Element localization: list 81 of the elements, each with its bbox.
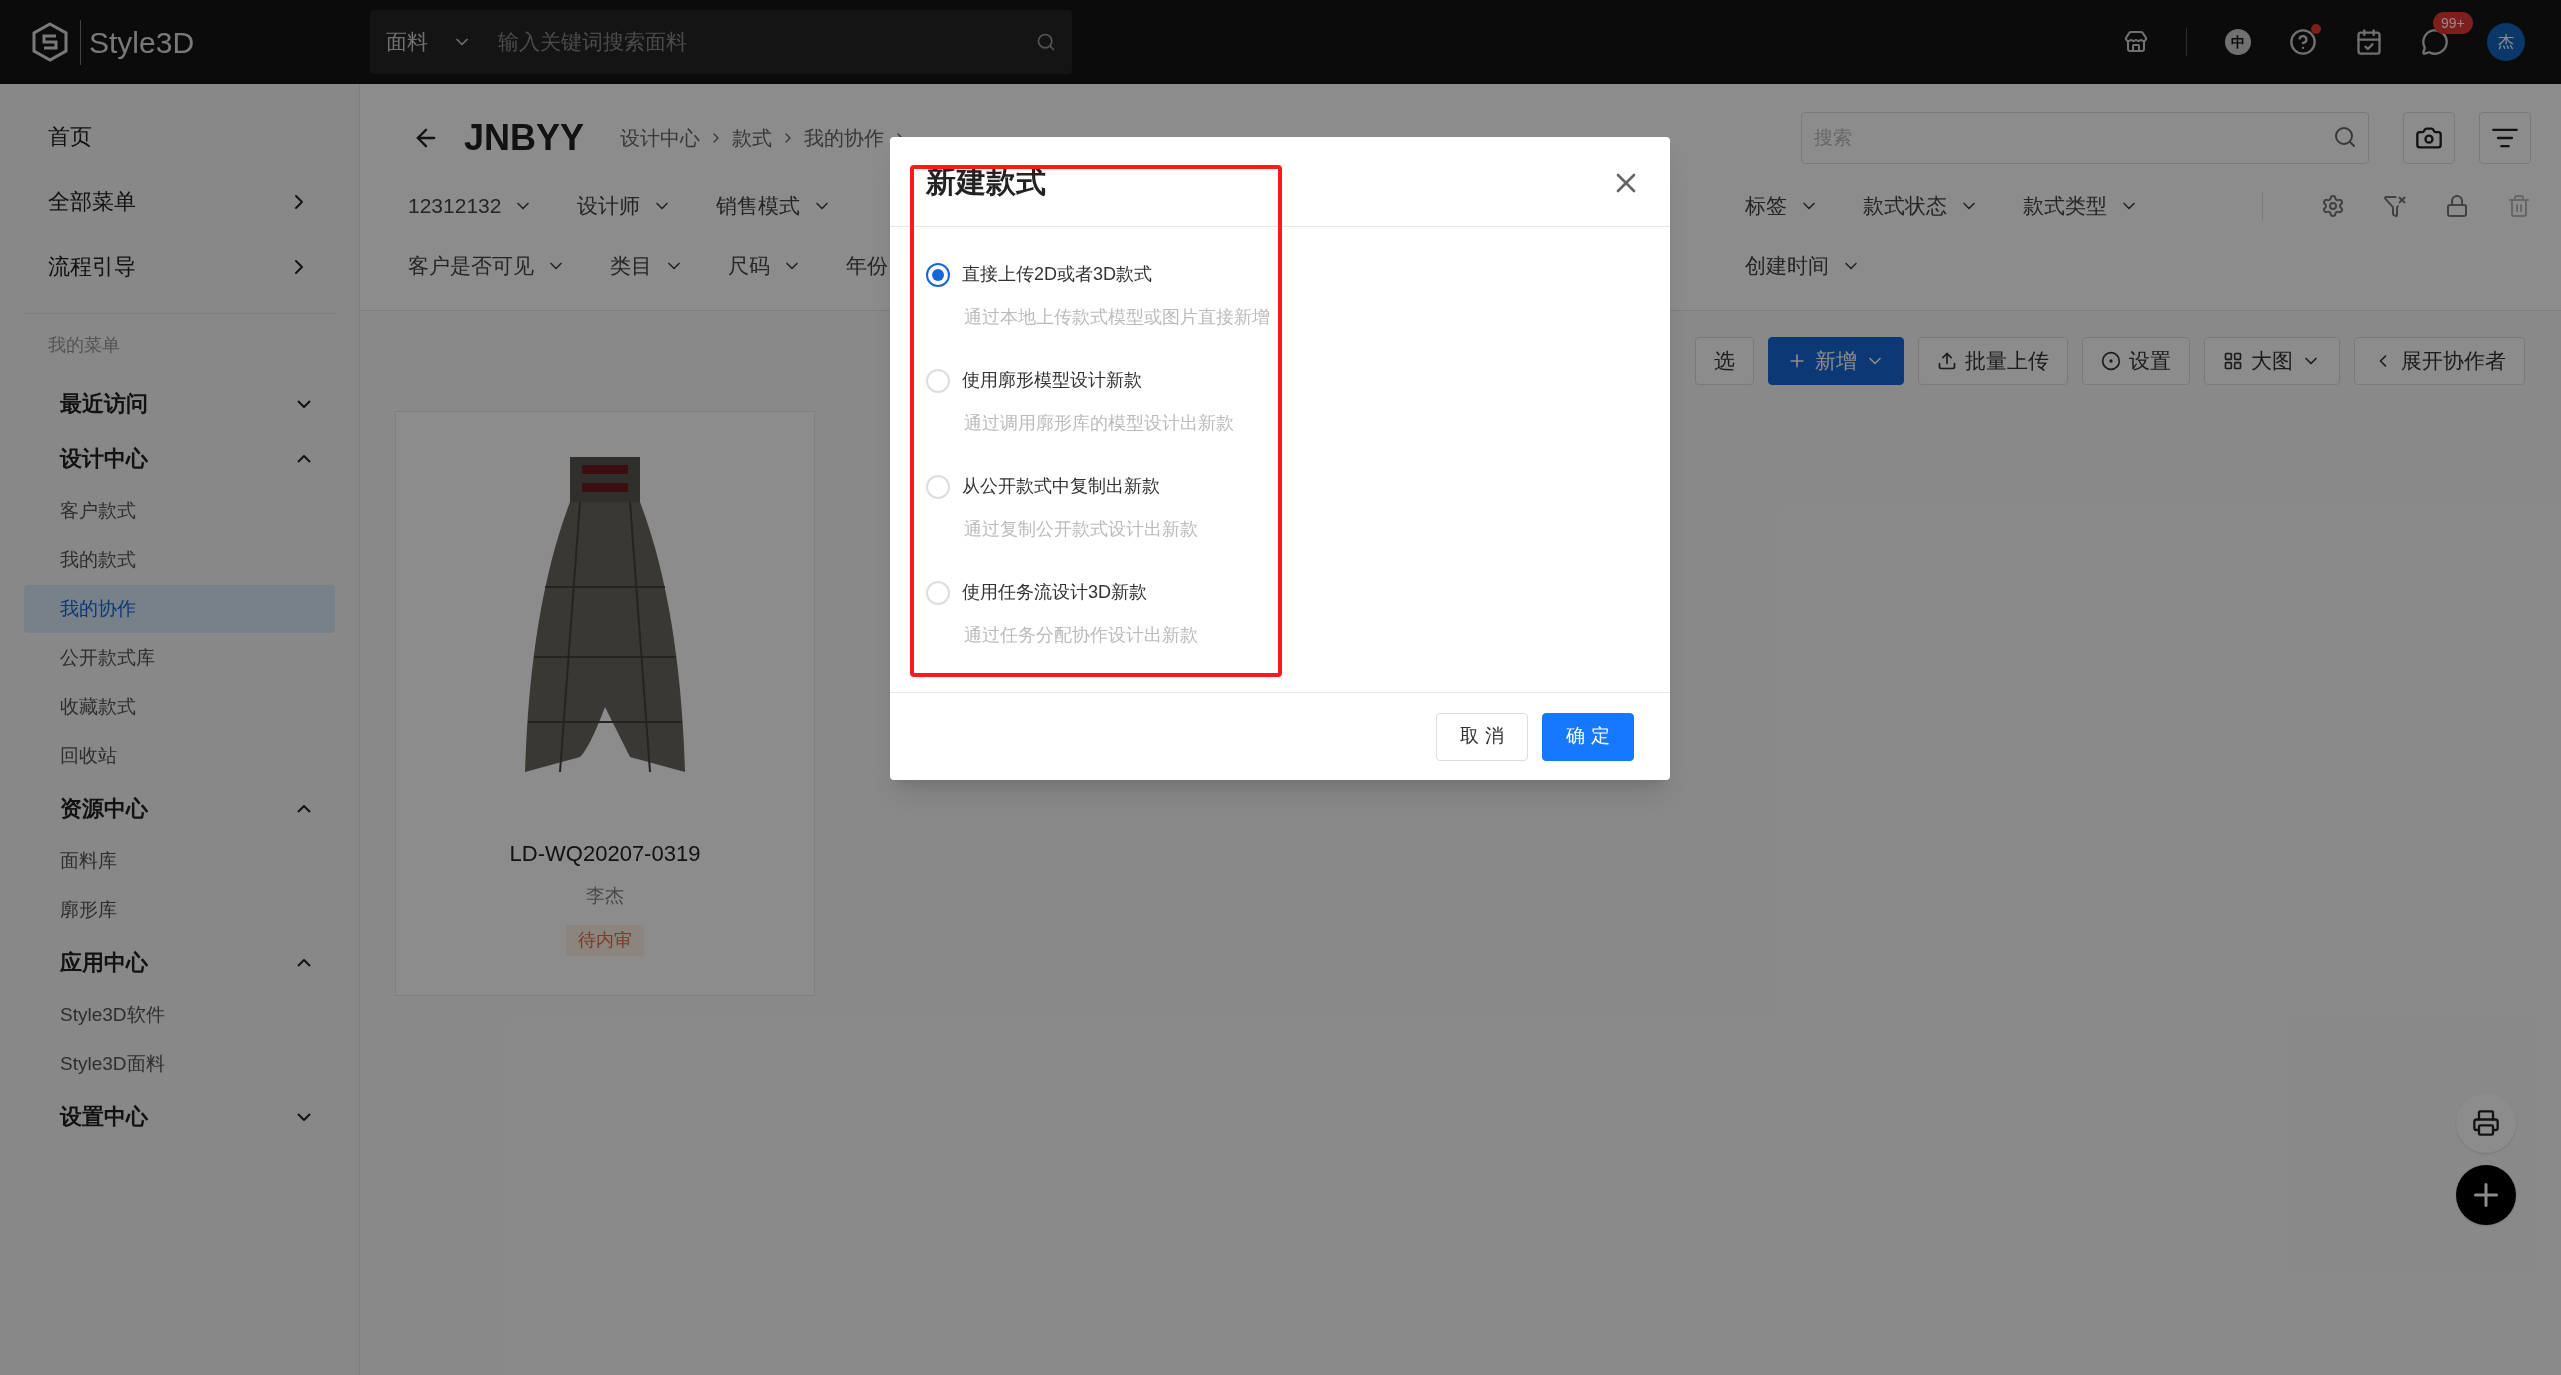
status-tag: 待内审 <box>566 924 644 956</box>
search-icon <box>2333 125 2357 149</box>
add-button[interactable] <box>2456 1165 2516 1225</box>
chevron-down-icon <box>297 399 311 408</box>
help-icon[interactable] <box>2289 28 2317 56</box>
filter-dropdown[interactable]: 类目 <box>610 250 684 282</box>
lock-icon[interactable] <box>2445 194 2469 218</box>
toolbar-button[interactable]: 设置 <box>2082 337 2190 385</box>
breadcrumb-link[interactable]: 款式 <box>732 123 773 153</box>
store-icon[interactable] <box>2124 30 2148 54</box>
menu-item[interactable]: Style3D软件 <box>24 991 335 1039</box>
radio-button[interactable] <box>926 262 950 287</box>
confirm-button[interactable]: 确 定 <box>1542 712 1634 761</box>
menu-item[interactable]: 面料库 <box>24 837 335 885</box>
chevron-up-icon <box>297 454 311 463</box>
toolbar-button[interactable]: 展开协作者 <box>2354 337 2525 385</box>
style-card[interactable]: LD-WQ20207-0319 李杰 待内审 <box>395 411 815 996</box>
upload-icon <box>1937 351 1957 371</box>
menu-group[interactable]: 资源中心 <box>24 781 335 836</box>
search-icon <box>1036 32 1056 52</box>
filter-dropdown[interactable]: 尺码 <box>728 250 802 282</box>
camera-button[interactable] <box>2403 112 2455 164</box>
settings-icon <box>2101 351 2121 371</box>
page-title: JNBYY <box>464 116 585 160</box>
chevron-down-icon <box>297 1112 311 1121</box>
filter-button[interactable] <box>2479 112 2531 164</box>
menu-item[interactable]: 廓形库 <box>24 886 335 934</box>
menu-group[interactable]: 应用中心 <box>24 935 335 990</box>
logo-icon <box>32 22 68 62</box>
chevron-up-icon <box>297 804 311 813</box>
toolbar-button[interactable]: 新增 <box>1768 337 1904 385</box>
option-description: 通过任务分配协作设计出新款 <box>963 624 1199 647</box>
menu-group[interactable]: 设置中心 <box>24 1089 335 1144</box>
menu-item[interactable]: 收藏款式 <box>24 683 335 731</box>
menu-item[interactable]: 公开款式库 <box>24 634 335 682</box>
message-count-badge: 99+ <box>2433 12 2473 34</box>
filter-dropdown[interactable]: 销售模式 <box>716 190 833 222</box>
style-code: LD-WQ20207-0319 <box>509 840 701 868</box>
filter-dropdown[interactable]: 标签 <box>1745 190 1819 222</box>
option-description: 通过复制公开款式设计出新款 <box>963 518 1199 541</box>
breadcrumb-link[interactable]: 我的协作 <box>804 123 885 153</box>
radio-option[interactable]: 使用任务流设计3D新款 <box>926 579 1670 606</box>
filter-dropdown[interactable]: 设计师 <box>577 190 673 222</box>
dialog-title: 新建款式 <box>926 164 1046 200</box>
menu-item[interactable]: 客户款式 <box>24 487 335 535</box>
radio-option[interactable]: 直接上传2D或者3D款式 <box>926 261 1670 288</box>
filter-dropdown[interactable]: 12312132 <box>408 190 534 222</box>
menu-group[interactable]: 最近访问 <box>24 376 335 431</box>
owner-name: 李杰 <box>586 884 624 908</box>
radio-option[interactable]: 从公开款式中复制出新款 <box>926 473 1670 500</box>
menu-item[interactable]: 回收站 <box>24 732 335 780</box>
radio-option[interactable]: 使用廓形模型设计新款 <box>926 367 1670 394</box>
filter-dropdown[interactable]: 客户是否可见 <box>408 250 566 282</box>
category-select[interactable]: 面料 <box>386 26 486 58</box>
sidebar-item[interactable]: 首页 <box>24 104 335 169</box>
message-icon[interactable] <box>2421 28 2449 56</box>
printer-icon <box>2472 1109 2500 1137</box>
grid-icon <box>2223 351 2243 371</box>
breadcrumb-link[interactable]: 设计中心 <box>620 123 701 153</box>
settings-icon[interactable] <box>2321 194 2345 218</box>
user-avatar[interactable]: 杰 <box>2487 23 2525 61</box>
toolbar-button[interactable]: 选 <box>1695 337 1754 385</box>
chevron-up-icon <box>297 958 311 967</box>
menu-group[interactable]: 设计中心 <box>24 431 335 486</box>
sidebar-item[interactable]: 流程引导 <box>24 234 335 299</box>
logo-text: Style3D <box>80 19 195 65</box>
toolbar-button[interactable]: 大图 <box>2204 337 2340 385</box>
language-button[interactable]: 中 <box>2225 29 2251 55</box>
calendar-check-icon[interactable] <box>2355 28 2383 56</box>
option-description: 通过本地上传款式模型或图片直接新增 <box>963 306 1271 329</box>
filter-dropdown[interactable]: 款式类型 <box>2023 190 2139 222</box>
menu-item[interactable]: 我的协作 <box>24 585 335 633</box>
toolbar-button[interactable]: 批量上传 <box>1918 337 2068 385</box>
menu-item[interactable]: Style3D面料 <box>24 1040 335 1088</box>
option-description: 通过调用廓形库的模型设计出新款 <box>963 412 1235 435</box>
cancel-button[interactable]: 取 消 <box>1436 712 1528 761</box>
filter-dropdown[interactable]: 款式状态 <box>1863 190 1979 222</box>
menu-item[interactable]: 我的款式 <box>24 536 335 584</box>
sidebar-item[interactable]: 全部菜单 <box>24 169 335 234</box>
filter-dropdown[interactable]: 创建时间 <box>1745 250 1861 282</box>
clear-filter-icon[interactable] <box>2383 194 2407 218</box>
